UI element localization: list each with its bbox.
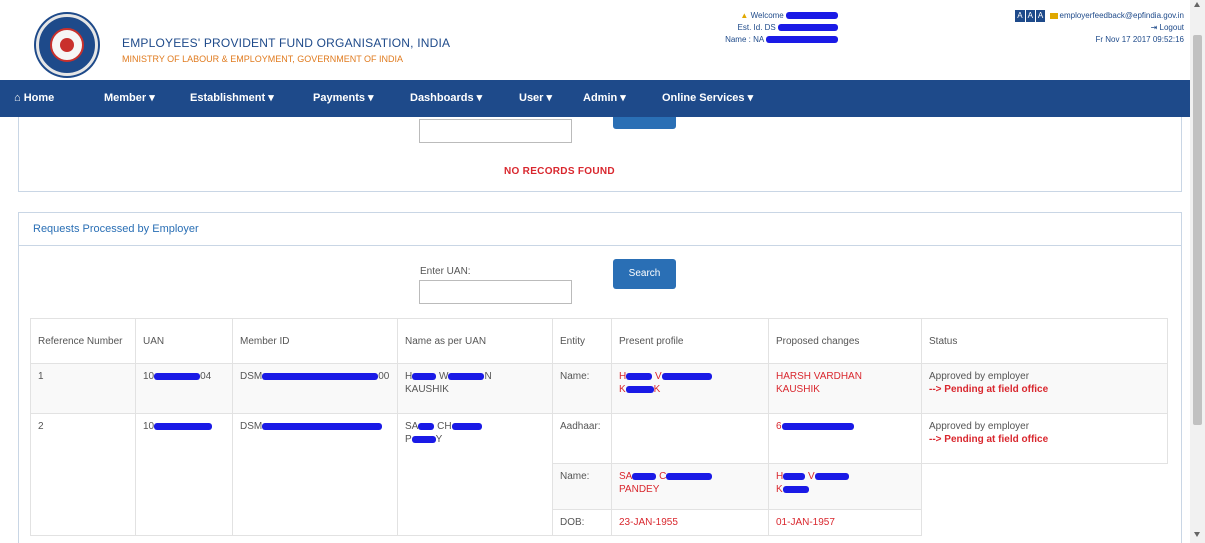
present-profile-cell: H VKK — [611, 363, 769, 414]
uan-label: Enter UAN: — [420, 266, 471, 277]
font-size-normal-button[interactable]: A — [1025, 10, 1035, 22]
proposed-changes-cell: H VK — [768, 463, 922, 510]
epfo-logo — [36, 14, 98, 76]
nav-user[interactable]: User ▾ — [519, 80, 552, 117]
scroll-up-icon[interactable] — [1194, 2, 1200, 7]
logout-link[interactable]: Logout — [1160, 23, 1184, 32]
user-icon: ▲ — [740, 11, 749, 20]
chevron-down-icon: ▾ — [546, 92, 553, 104]
search-button-top[interactable] — [613, 117, 676, 129]
nav-dashboards[interactable]: Dashboards ▾ — [410, 80, 482, 117]
name-cell: H W N KAUSHIK — [397, 363, 553, 414]
panel-heading: Requests Processed by Employer — [19, 213, 1181, 246]
user-info: ▲ Welcome Est. Id. DS Name : NA — [678, 10, 838, 46]
entity-cell: Name: — [552, 463, 612, 510]
col-proposed-changes: Proposed changes — [768, 318, 922, 364]
proposed-changes-cell: HARSH VARDHAN KAUSHIK — [768, 363, 922, 414]
search-button[interactable]: Search — [613, 259, 676, 289]
col-name: Name as per UAN — [397, 318, 553, 364]
status-cell: Approved by employer --> Pending at field… — [921, 363, 1168, 414]
main-navbar: ⌂ Home Member ▾ Establishment ▾ Payments… — [0, 80, 1190, 117]
uan-cell: 10 04 — [135, 363, 233, 414]
nav-online-services-label: Online Services — [662, 92, 745, 104]
nav-establishment[interactable]: Establishment ▾ — [190, 80, 274, 117]
col-status: Status — [921, 318, 1168, 364]
pending-requests-panel — [18, 117, 1182, 192]
uan-cell: 10 — [135, 413, 233, 536]
nav-establishment-label: Establishment — [190, 92, 266, 104]
panel-title: Requests Processed by Employer — [33, 223, 199, 235]
email-icon — [1049, 12, 1058, 19]
col-uan: UAN — [135, 318, 233, 364]
uan-search-input-top[interactable] — [419, 119, 572, 143]
entity-cell: Aadhaar: — [552, 413, 612, 464]
feedback-email-link[interactable]: employerfeedback@epfindia.gov.in — [1060, 11, 1185, 20]
empty-cell — [922, 510, 1168, 536]
chevron-down-icon: ▾ — [368, 92, 374, 104]
nav-user-label: User — [519, 92, 544, 104]
nav-dashboards-label: Dashboards — [410, 92, 474, 104]
chevron-down-icon: ▾ — [747, 92, 754, 104]
scroll-thumb[interactable] — [1193, 35, 1202, 425]
org-name: EMPLOYEES' PROVIDENT FUND ORGANISATION, … — [122, 36, 451, 50]
status-cell: Approved by employer --> Pending at field… — [921, 413, 1168, 464]
chevron-down-icon: ▾ — [149, 92, 155, 104]
pending-status: --> Pending at field office — [929, 384, 1049, 395]
col-reference-number: Reference Number — [30, 318, 136, 364]
uan-search-input[interactable] — [419, 280, 572, 304]
member-id-cell: DSM — [232, 413, 398, 536]
logout-icon: ⇥ — [1150, 23, 1158, 32]
est-label: Est. Id. DS — [737, 23, 776, 32]
present-profile-cell: 23-JAN-1955 — [611, 509, 769, 536]
nav-home-label: Home — [23, 92, 55, 104]
proposed-changes-cell: 6 — [768, 413, 922, 464]
nav-member-label: Member — [104, 92, 147, 104]
entity-cell: Name: — [552, 363, 612, 414]
nav-admin[interactable]: Admin ▾ — [583, 80, 626, 117]
nav-admin-label: Admin — [583, 92, 618, 104]
welcome-label: Welcome — [750, 11, 784, 20]
ministry-name: MINISTRY OF LABOUR & EMPLOYMENT, GOVERNM… — [122, 54, 404, 64]
nav-online-services[interactable]: Online Services ▾ — [662, 80, 753, 117]
home-icon: ⌂ — [14, 92, 21, 104]
col-member-id: Member ID — [232, 318, 398, 364]
proposed-changes-cell: 01-JAN-1957 — [768, 509, 922, 536]
processed-requests-table: Reference Number UAN Member ID Name as p… — [30, 318, 1168, 536]
scroll-down-icon[interactable] — [1194, 532, 1200, 537]
page-scrollbar[interactable] — [1190, 0, 1205, 543]
font-size-small-button[interactable]: A — [1015, 10, 1025, 22]
chevron-down-icon: ▾ — [620, 92, 626, 104]
table-row: 1 10 04 DSM 00 H W N KAUSHIK Name: H VKK HAR… — [30, 363, 1168, 414]
ref-cell: 1 — [30, 363, 136, 414]
table-header-row: Reference Number UAN Member ID Name as p… — [30, 318, 1168, 364]
present-profile-cell: SA C PANDEY — [611, 463, 769, 510]
no-records-message: NO RECORDS FOUND — [504, 166, 615, 177]
login-time: Fr Nov 17 2017 09:52:16 — [1095, 35, 1184, 44]
font-size-large-button[interactable]: A — [1035, 10, 1046, 22]
pending-status: --> Pending at field office — [929, 434, 1049, 445]
member-id-cell: DSM 00 — [232, 363, 398, 414]
site-header: EMPLOYEES' PROVIDENT FUND ORGANISATION, … — [0, 0, 1190, 80]
nav-home[interactable]: ⌂ Home — [14, 80, 54, 117]
entity-cell: DOB: — [552, 509, 612, 536]
table-row: 2 10 DSM SA CH P Y Aadhaar: 6 Approved by … — [30, 413, 1168, 536]
empty-cell — [921, 463, 1168, 510]
nav-payments[interactable]: Payments ▾ — [313, 80, 374, 117]
name-cell: SA CH P Y — [397, 413, 553, 536]
col-present-profile: Present profile — [611, 318, 769, 364]
name-label: Name : NA — [725, 35, 764, 44]
ref-cell: 2 — [30, 413, 136, 536]
chevron-down-icon: ▾ — [476, 92, 483, 104]
chevron-down-icon: ▾ — [268, 92, 274, 104]
col-entity: Entity — [552, 318, 612, 364]
present-profile-cell — [611, 413, 769, 464]
top-utilities: AAA employerfeedback@epfindia.gov.in ⇥ L… — [956, 10, 1184, 46]
nav-payments-label: Payments — [313, 92, 365, 104]
nav-member[interactable]: Member ▾ — [104, 80, 155, 117]
